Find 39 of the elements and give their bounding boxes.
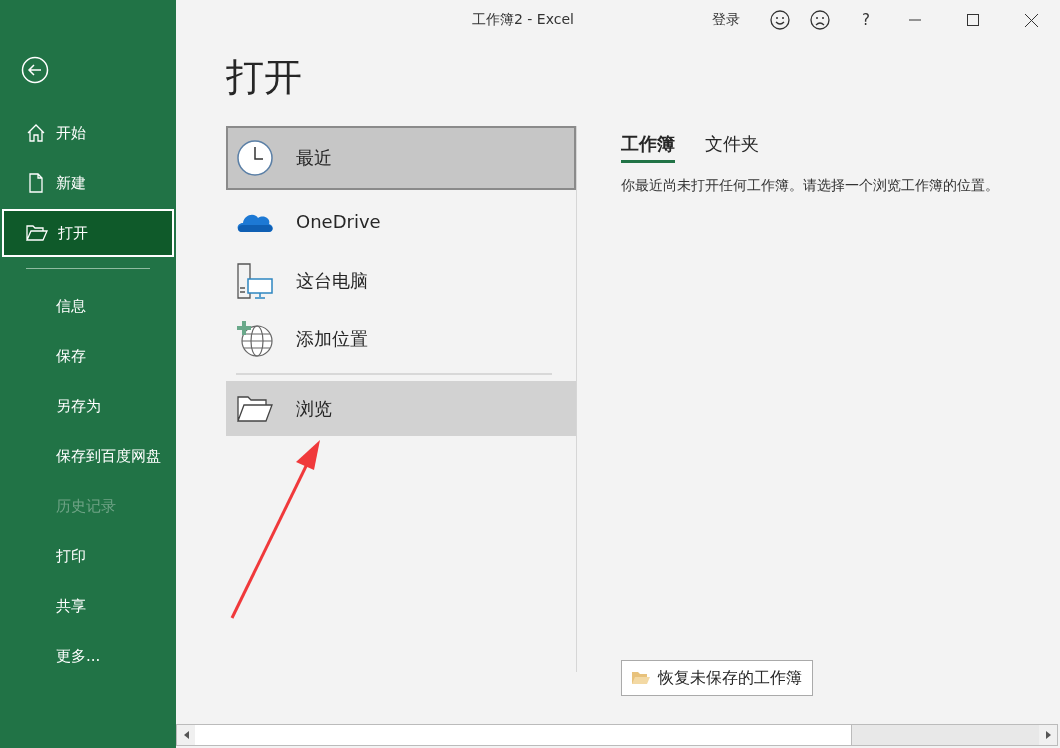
computer-icon <box>236 262 274 300</box>
sidebar-item[interactable]: 更多... <box>2 632 174 680</box>
frown-icon[interactable] <box>810 10 830 30</box>
folder-icon <box>26 224 48 242</box>
folder-icon <box>236 394 274 423</box>
smiley-icon[interactable] <box>770 10 790 30</box>
scroll-left-icon[interactable] <box>183 731 189 739</box>
close-icon[interactable] <box>1024 13 1038 27</box>
back-icon[interactable] <box>21 56 49 84</box>
help-button[interactable]: ? <box>846 0 886 40</box>
recover-button[interactable]: 恢复未保存的工作簿 <box>621 660 813 696</box>
sidebar-item[interactable]: 另存为 <box>2 382 174 430</box>
tab[interactable]: 文件夹 <box>705 132 759 163</box>
sidebar-item[interactable]: 打开 <box>2 209 174 257</box>
clock-icon <box>236 139 274 177</box>
sidebar-item[interactable]: 打印 <box>2 532 174 580</box>
empty-message: 你最近尚未打开任何工作簿。请选择一个浏览工作簿的位置。 <box>621 177 1000 195</box>
sidebar-item[interactable]: 开始 <box>2 109 174 157</box>
sidebar-item[interactable]: 保存到百度网盘 <box>2 432 174 480</box>
browse-item[interactable]: 浏览 <box>226 381 576 436</box>
horizontal-scrollbar[interactable] <box>176 724 1058 746</box>
home-icon <box>26 123 46 143</box>
document-icon <box>26 173 46 193</box>
sidebar-item[interactable]: 保存 <box>2 332 174 380</box>
globe-add-icon <box>236 320 274 358</box>
location-item[interactable]: OneDrive <box>226 190 576 252</box>
tab[interactable]: 工作簿 <box>621 132 675 163</box>
window-title: 工作簿2 - Excel <box>472 11 574 29</box>
sign-in-link[interactable]: 登录 <box>712 11 740 29</box>
location-item[interactable]: 最近 <box>226 126 576 190</box>
sidebar-item[interactable]: 新建 <box>2 159 174 207</box>
location-item[interactable]: 添加位置 <box>226 310 576 368</box>
scroll-right-icon[interactable] <box>1045 731 1051 739</box>
sidebar-item[interactable]: 信息 <box>2 282 174 330</box>
location-item[interactable]: 这台电脑 <box>226 252 576 310</box>
page-title: 打开 <box>226 54 303 101</box>
maximize-icon[interactable] <box>967 14 979 26</box>
sidebar-item[interactable]: 共享 <box>2 582 174 630</box>
folder-icon <box>632 671 650 685</box>
